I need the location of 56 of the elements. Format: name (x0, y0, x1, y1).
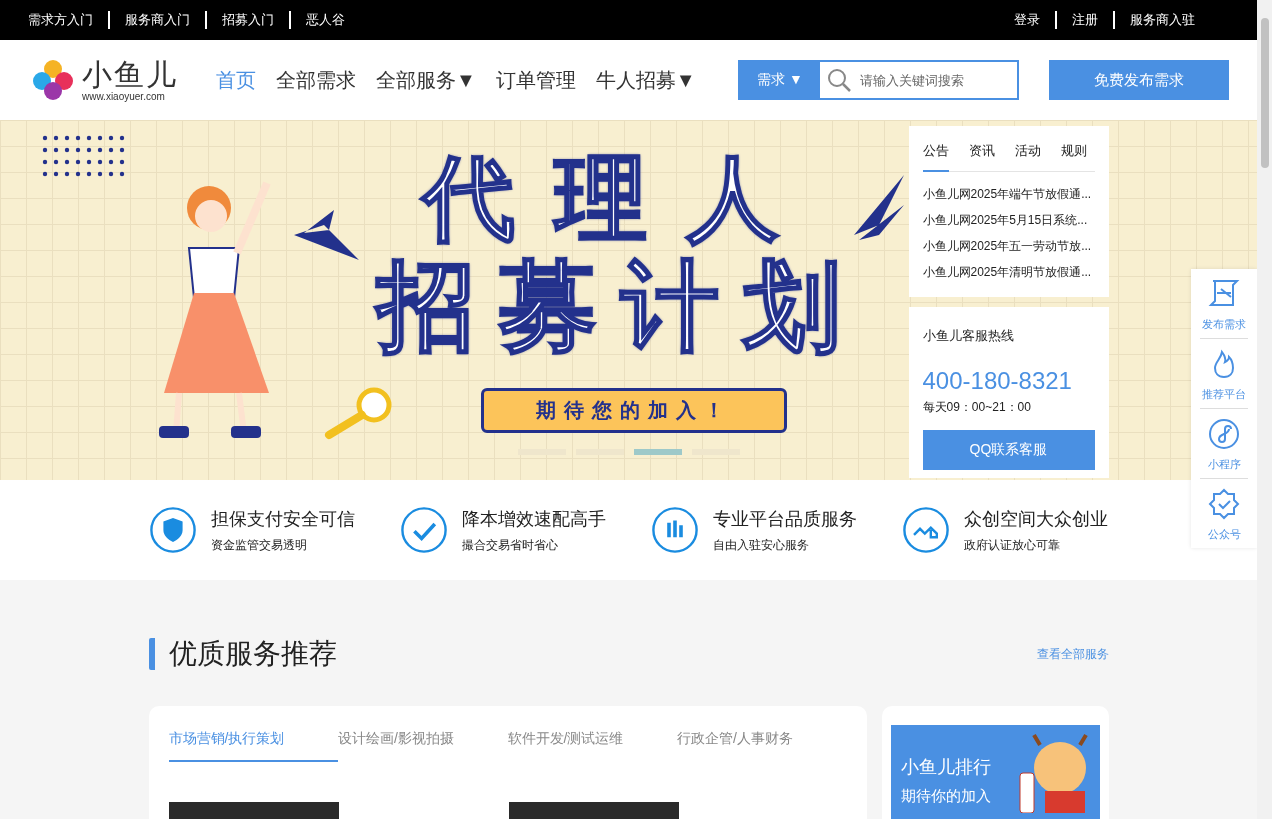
nav-link[interactable]: 全部需求 (276, 66, 356, 94)
top-link[interactable]: 恶人谷 (289, 11, 360, 29)
category-tab[interactable]: 设计绘画/影视拍摄 (338, 730, 508, 762)
feature-subtitle: 资金监管交易透明 (211, 536, 308, 554)
top-link[interactable]: 招募入门 (205, 11, 289, 29)
notice-tab[interactable]: 规则 (1060, 142, 1087, 172)
side-float-link[interactable]: 小程序 (1200, 409, 1248, 479)
notice-link[interactable]: 小鱼儿网2025年端午节放假通... (922, 186, 1095, 203)
feature-title: 专业平台品质服务 (713, 507, 857, 531)
banner-title: 招募计划 (376, 254, 865, 358)
feature-title: 担保支付安全可信 (211, 507, 355, 531)
badge-check-icon (1207, 487, 1241, 521)
category-tab[interactable]: 软件开发/测试运维 (507, 730, 677, 762)
top-link[interactable]: 服务商入门 (108, 11, 205, 29)
nav-link[interactable]: 牛人招募▼ (595, 66, 696, 94)
nav-link[interactable]: 全部服务▼ (376, 66, 476, 94)
notice-tab[interactable]: 活动 (1014, 142, 1041, 172)
logo-url: www.xiaoyuer.com (82, 90, 166, 102)
feature-icon (902, 505, 950, 555)
ranking-subtitle: 期待你的加入 (900, 787, 991, 806)
feature-subtitle: 政府认证放心可靠 (964, 536, 1061, 554)
top-link[interactable]: 登录 (1014, 11, 1055, 29)
nav-link[interactable]: 订单管理 (495, 66, 576, 94)
side-float-label: 小程序 (1207, 457, 1241, 472)
banner-title: 代理人 (422, 150, 819, 247)
side-float-link[interactable]: 公众号 (1200, 479, 1248, 548)
feature-subtitle: 撮合交易省时省心 (462, 536, 559, 554)
link-icon (1207, 417, 1241, 451)
notice-link[interactable]: 小鱼儿网2025年五一劳动节放... (922, 238, 1095, 255)
section-title: 优质服务推荐 (148, 638, 337, 670)
notice-link[interactable]: 小鱼儿网2025年清明节放假通... (922, 264, 1095, 281)
notice-tab[interactable]: 资讯 (968, 142, 995, 172)
feature-title: 降本增效速配高手 (462, 507, 606, 531)
feature-icon (651, 505, 699, 555)
hotline-phone: 400-180-8321 (922, 367, 1073, 395)
hotline-title: 小鱼儿客服热线 (922, 327, 1015, 345)
side-float-label: 发布需求 (1202, 317, 1246, 332)
category-tab[interactable]: 行政企管/人事财务 (677, 730, 847, 762)
side-float-link[interactable]: 发布需求 (1200, 269, 1248, 339)
top-link[interactable]: 服务商入驻 (1113, 11, 1210, 29)
top-link[interactable]: 注册 (1055, 11, 1113, 29)
feature-icon (400, 505, 448, 555)
ranking-title: 小鱼儿排行 (900, 756, 991, 779)
feature-subtitle: 自由入驻安心服务 (713, 536, 810, 554)
side-float-label: 公众号 (1207, 527, 1241, 542)
carousel-indicator[interactable] (633, 449, 682, 455)
notice-tab[interactable]: 公告 (922, 142, 949, 172)
logo-name: 小鱼儿 (82, 58, 178, 91)
feature-title: 众创空间大众创业 (964, 507, 1108, 531)
side-float-label: 推荐平台 (1202, 387, 1246, 402)
banner-ribbon: 期待您的加入！ (480, 388, 787, 433)
feature-icon (149, 505, 197, 555)
top-link[interactable]: 需求方入门 (28, 11, 108, 29)
side-float-link[interactable]: 推荐平台 (1200, 339, 1248, 409)
notice-link[interactable]: 小鱼儿网2025年5月15日系统... (922, 212, 1095, 229)
service-hours: 每天09：00~21：00 (922, 399, 1032, 416)
